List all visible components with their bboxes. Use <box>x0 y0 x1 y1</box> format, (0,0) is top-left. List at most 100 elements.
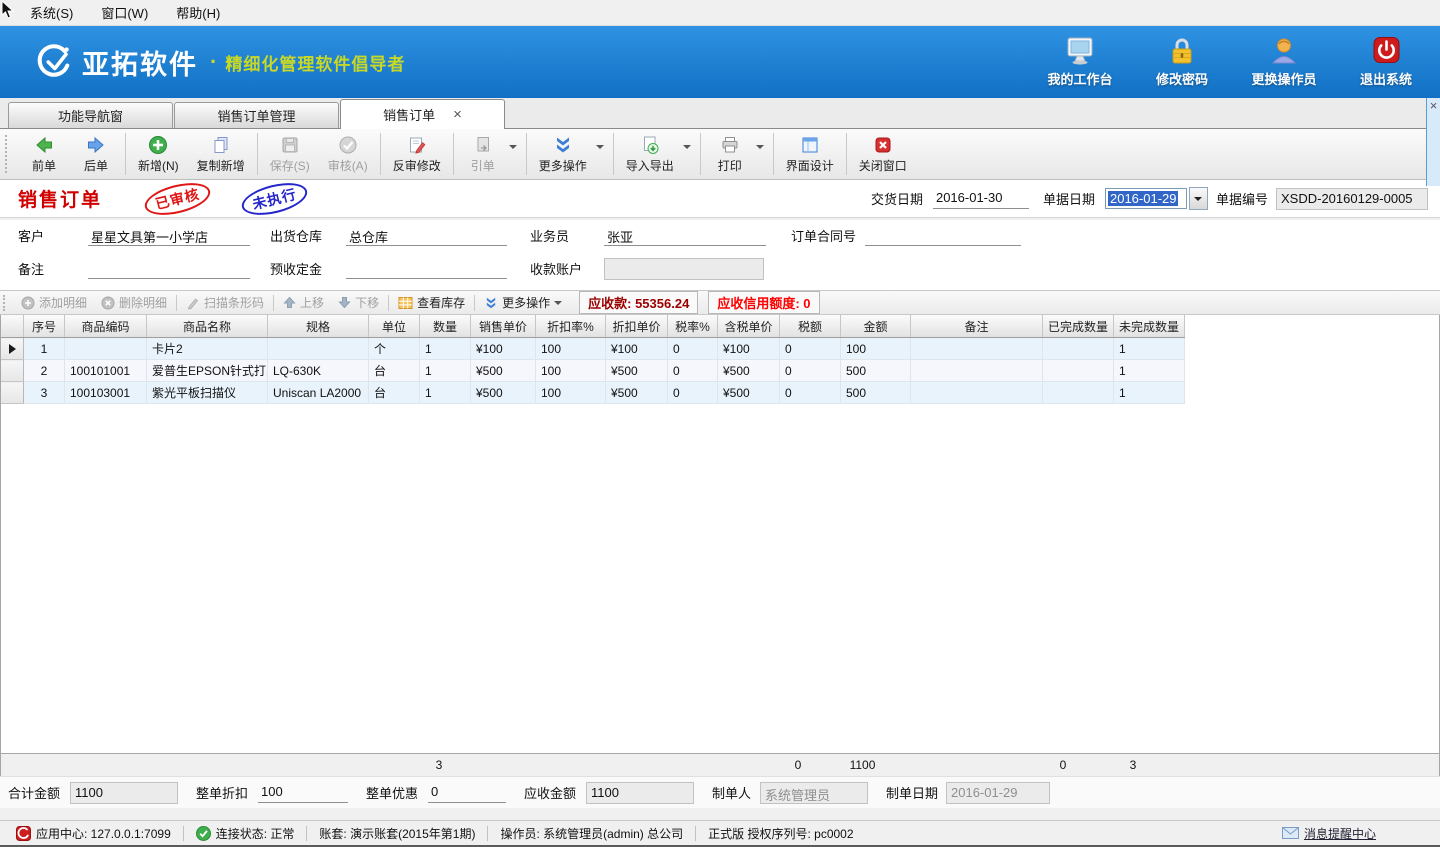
reaudit-button[interactable]: 反审修改 <box>384 133 450 176</box>
grid-column-header[interactable]: 折扣单价 <box>606 315 668 338</box>
move-down-button[interactable]: 下移 <box>331 294 386 311</box>
order-reduce-field[interactable]: 0 <box>428 783 506 803</box>
my-workbench-button[interactable]: 我的工作台 <box>1040 36 1120 88</box>
import-export-button[interactable]: 导入导出 <box>617 133 683 176</box>
grid-column-header[interactable]: 备注 <box>911 315 1043 338</box>
customer-field[interactable]: 星星文具第一小学店 <box>88 226 250 246</box>
grid-cell[interactable]: LQ-630K <box>268 360 369 382</box>
grid-cell[interactable]: 100 <box>536 382 606 404</box>
grid-cell[interactable]: ¥500 <box>471 382 536 404</box>
dropdown-caret-icon[interactable] <box>596 145 604 149</box>
grid-cell[interactable]: 0 <box>780 382 841 404</box>
menu-system[interactable]: 系统(S) <box>16 3 87 22</box>
tab-function-navigator[interactable]: 功能导航窗 <box>8 102 173 128</box>
ui-design-button[interactable]: 界面设计 <box>777 133 843 176</box>
close-window-button[interactable]: 关闭窗口 <box>850 133 916 176</box>
grid-column-header[interactable]: 商品编码 <box>65 315 147 338</box>
grid-cell[interactable]: 0 <box>668 382 718 404</box>
grid-cell[interactable]: 0 <box>668 338 718 360</box>
print-button[interactable]: 打印 <box>704 133 756 176</box>
remark-field[interactable] <box>88 259 250 279</box>
copy-new-button[interactable]: 复制新增 <box>188 133 254 176</box>
grid-cell[interactable] <box>911 382 1043 404</box>
grid-cell[interactable] <box>1043 338 1114 360</box>
grid-cell[interactable]: 100103001 <box>65 382 147 404</box>
grid-cell[interactable]: 2 <box>24 360 65 382</box>
grid-cell[interactable]: ¥500 <box>471 360 536 382</box>
save-button[interactable]: 保存(S) <box>261 133 319 176</box>
grid-cell[interactable]: 100 <box>536 338 606 360</box>
order-discount-field[interactable]: 100 <box>258 783 348 803</box>
doc-date-dropdown-button[interactable] <box>1189 187 1208 210</box>
grid-cell[interactable]: 100 <box>841 338 911 360</box>
deposit-field[interactable] <box>346 259 507 279</box>
grid-cell[interactable] <box>1043 382 1114 404</box>
tab-sales-order-management[interactable]: 销售订单管理 <box>174 102 339 128</box>
grid-row[interactable]: 3100103001紫光平板扫描仪Uniscan LA2000台1¥500100… <box>1 382 1185 404</box>
dropdown-caret-icon[interactable] <box>509 145 517 149</box>
grid-cell[interactable]: ¥500 <box>718 360 780 382</box>
grid-cell[interactable]: 紫光平板扫描仪 <box>147 382 268 404</box>
dropdown-caret-icon[interactable] <box>756 145 764 149</box>
scan-barcode-button[interactable]: 扫描条形码 <box>179 294 271 311</box>
add-row-button[interactable]: 添加明细 <box>14 294 94 311</box>
grid-cell[interactable]: 卡片2 <box>147 338 268 360</box>
next-doc-button[interactable]: 后单 <box>70 133 122 176</box>
grid-cell[interactable]: 爱普生EPSON针式打印 <box>147 360 268 382</box>
grid-column-header[interactable]: 金额 <box>841 315 911 338</box>
grid-cell[interactable] <box>65 338 147 360</box>
grid-column-header[interactable]: 已完成数量 <box>1043 315 1114 338</box>
grid-cell[interactable]: ¥500 <box>606 360 668 382</box>
contract-no-field[interactable] <box>865 226 1021 246</box>
grid-cell[interactable]: 100101001 <box>65 360 147 382</box>
grid-cell[interactable]: ¥100 <box>718 338 780 360</box>
more-actions-button[interactable]: 更多操作 <box>530 133 596 176</box>
detail-more-actions-button[interactable]: 更多操作 <box>477 294 569 311</box>
grid-column-header[interactable]: 折扣率% <box>536 315 606 338</box>
pull-doc-button[interactable]: 引单 <box>457 133 509 176</box>
grid-column-header[interactable]: 税率% <box>668 315 718 338</box>
grid-column-header[interactable]: 单位 <box>369 315 420 338</box>
grid-cell[interactable]: 1 <box>420 382 471 404</box>
row-selector-cell[interactable] <box>1 382 24 404</box>
delivery-date-field[interactable]: 2016-01-30 <box>933 189 1029 209</box>
exit-system-button[interactable]: 退出系统 <box>1346 36 1426 88</box>
grid-cell[interactable]: ¥500 <box>718 382 780 404</box>
grid-column-header[interactable]: 税额 <box>780 315 841 338</box>
grid-column-header[interactable]: 数量 <box>420 315 471 338</box>
view-stock-button[interactable]: 查看库存 <box>391 294 472 311</box>
row-selector-cell[interactable] <box>1 338 24 360</box>
move-up-button[interactable]: 上移 <box>276 294 331 311</box>
prev-doc-button[interactable]: 前单 <box>18 133 70 176</box>
grid-cell[interactable]: 1 <box>1114 382 1185 404</box>
grid-cell[interactable] <box>1043 360 1114 382</box>
grid-cell[interactable]: 台 <box>369 382 420 404</box>
new-button[interactable]: 新增(N) <box>129 133 188 176</box>
row-selector-header[interactable] <box>1 315 24 338</box>
panel-close-icon[interactable]: × <box>1427 98 1440 114</box>
grid-row[interactable]: 1卡片2个1¥100100¥1000¥10001001 <box>1 338 1185 360</box>
grid-cell[interactable]: 3 <box>24 382 65 404</box>
grid-column-header[interactable]: 规格 <box>268 315 369 338</box>
tab-close-icon[interactable]: × <box>453 107 462 122</box>
warehouse-field[interactable]: 总仓库 <box>346 226 507 246</box>
grid-cell[interactable] <box>268 338 369 360</box>
grid-column-header[interactable]: 序号 <box>24 315 65 338</box>
row-selector-cell[interactable] <box>1 360 24 382</box>
grid-cell[interactable]: 0 <box>668 360 718 382</box>
grid-cell[interactable]: ¥100 <box>471 338 536 360</box>
dropdown-caret-icon[interactable] <box>683 145 691 149</box>
grid-column-header[interactable]: 未完成数量 <box>1114 315 1185 338</box>
grid-cell[interactable] <box>911 338 1043 360</box>
change-password-button[interactable]: 修改密码 <box>1142 36 1222 88</box>
grid-cell[interactable]: 1 <box>1114 360 1185 382</box>
menu-help[interactable]: 帮助(H) <box>162 3 234 22</box>
grid-cell[interactable]: ¥500 <box>606 382 668 404</box>
menu-window[interactable]: 窗口(W) <box>87 3 162 22</box>
salesman-field[interactable]: 张亚 <box>604 226 766 246</box>
grid-column-header[interactable]: 含税单价 <box>718 315 780 338</box>
message-center-link[interactable]: 消息提醒中心 <box>1274 825 1384 842</box>
grid-cell[interactable]: 1 <box>420 338 471 360</box>
delete-row-button[interactable]: 删除明细 <box>94 294 174 311</box>
grid-cell[interactable]: 100 <box>536 360 606 382</box>
